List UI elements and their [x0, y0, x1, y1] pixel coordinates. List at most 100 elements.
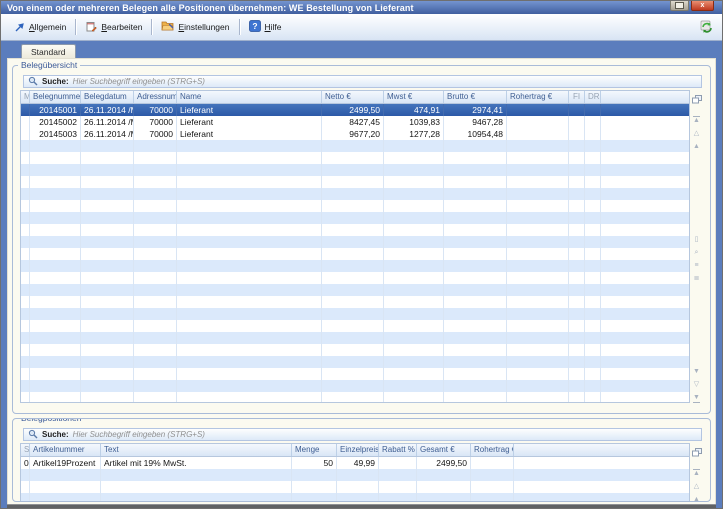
- grid-row[interactable]: 2014500126.11.2014 /Mi70000Lieferant2499…: [21, 104, 689, 116]
- positionen-search-input[interactable]: Suche: Hier Suchbegriff eingeben (STRG+S…: [23, 428, 702, 441]
- cell[interactable]: 20145001: [30, 104, 81, 116]
- column-header-mwst-[interactable]: Mwst €: [384, 91, 444, 103]
- cell[interactable]: [569, 116, 585, 128]
- search-icon: [28, 426, 38, 444]
- column-header-brutto-[interactable]: Brutto €: [444, 91, 507, 103]
- cell: [569, 308, 585, 320]
- column-header-rohertrag-[interactable]: Rohertrag €: [507, 91, 569, 103]
- cell[interactable]: Artikel mit 19% MwSt.: [101, 457, 292, 469]
- page-down-icon[interactable]: ▽: [694, 381, 699, 389]
- row-up-icon[interactable]: ▲: [693, 143, 700, 151]
- toolbar-separator: [151, 19, 152, 35]
- cell[interactable]: Lieferant: [177, 116, 322, 128]
- column-chooser-icon[interactable]: [692, 444, 702, 462]
- cell[interactable]: [585, 104, 601, 116]
- cell: [322, 152, 384, 164]
- cell[interactable]: 49,99: [337, 457, 379, 469]
- cell[interactable]: 26.11.2014 /Mi: [81, 116, 134, 128]
- cell-filler: [601, 116, 689, 128]
- cell: [585, 284, 601, 296]
- column-header-adressnumm[interactable]: Adressnumm: [134, 91, 177, 103]
- row-down-icon[interactable]: ▼: [693, 368, 700, 376]
- cell[interactable]: [21, 128, 30, 140]
- cell[interactable]: Lieferant: [177, 128, 322, 140]
- cell[interactable]: 474,91: [384, 104, 444, 116]
- column-header-dr[interactable]: DR: [585, 91, 601, 103]
- panel-lines-icon[interactable]: ≡: [694, 262, 698, 270]
- column-header-belegdatum[interactable]: Belegdatum: [81, 91, 134, 103]
- panel-lines2-icon[interactable]: ≣: [694, 275, 700, 283]
- row-up-icon[interactable]: ▲: [693, 496, 700, 502]
- menu-einstellungen[interactable]: Einstellungen: [155, 18, 235, 36]
- cell[interactable]: [507, 116, 569, 128]
- cell[interactable]: [379, 457, 417, 469]
- cell[interactable]: 26.11.2014 /Mi: [81, 128, 134, 140]
- cell: [322, 248, 384, 260]
- scroll-to-bottom-icon[interactable]: ▼: [693, 394, 700, 403]
- cell[interactable]: [507, 128, 569, 140]
- cell[interactable]: 8427,45: [322, 116, 384, 128]
- close-button[interactable]: x: [691, 0, 714, 11]
- cell[interactable]: Artikel19Prozent: [30, 457, 101, 469]
- panel-search-icon[interactable]: ⌕: [695, 249, 699, 257]
- column-header-netto-[interactable]: Netto €: [322, 91, 384, 103]
- column-header-name[interactable]: Name: [177, 91, 322, 103]
- cell[interactable]: 50: [292, 457, 337, 469]
- column-header-gesamt-[interactable]: Gesamt €: [417, 444, 471, 456]
- cell[interactable]: [569, 104, 585, 116]
- cell: [444, 212, 507, 224]
- cell[interactable]: 2499,50: [322, 104, 384, 116]
- scroll-to-top-icon[interactable]: ▲: [693, 469, 700, 478]
- column-header-artikelnummer[interactable]: Artikelnummer: [30, 444, 101, 456]
- menu-bearbeiten[interactable]: Bearbeiten: [79, 18, 148, 36]
- cell[interactable]: 9467,28: [444, 116, 507, 128]
- page-up-icon[interactable]: △: [694, 130, 699, 138]
- cell[interactable]: [585, 128, 601, 140]
- cell[interactable]: 20145002: [30, 116, 81, 128]
- column-header-belegnumme[interactable]: Belegnumme: [30, 91, 81, 103]
- grid-row[interactable]: 2014500226.11.2014 /Mi70000Lieferant8427…: [21, 116, 689, 128]
- cell[interactable]: [21, 104, 30, 116]
- cell[interactable]: [507, 104, 569, 116]
- cell[interactable]: 2974,41: [444, 104, 507, 116]
- panel-box-icon[interactable]: ▯: [695, 236, 699, 244]
- cell[interactable]: [21, 116, 30, 128]
- cell[interactable]: 0: [21, 457, 30, 469]
- menu-allgemein[interactable]: Allgemein: [7, 18, 72, 36]
- cell[interactable]: 70000: [134, 104, 177, 116]
- cell[interactable]: 20145003: [30, 128, 81, 140]
- column-header-menge[interactable]: Menge: [292, 444, 337, 456]
- cell[interactable]: [471, 457, 514, 469]
- cell[interactable]: 1277,28: [384, 128, 444, 140]
- cell: [585, 260, 601, 272]
- scroll-to-top-icon[interactable]: ▲: [693, 116, 700, 125]
- cell[interactable]: 26.11.2014 /Mi: [81, 104, 134, 116]
- cell[interactable]: 10954,48: [444, 128, 507, 140]
- tab-standard[interactable]: Standard: [21, 44, 76, 58]
- cell[interactable]: [569, 128, 585, 140]
- cell[interactable]: Lieferant: [177, 104, 322, 116]
- column-header-einzelpreis-[interactable]: Einzelpreis €: [337, 444, 379, 456]
- cell[interactable]: 70000: [134, 128, 177, 140]
- column-header-fi[interactable]: FI: [569, 91, 585, 103]
- restore-button[interactable]: [670, 0, 689, 11]
- cell-filler: [601, 284, 689, 296]
- column-chooser-icon[interactable]: [692, 91, 702, 109]
- grid-row[interactable]: 0Artikel19ProzentArtikel mit 19% MwSt.50…: [21, 457, 689, 469]
- column-header-rohertrag-[interactable]: Rohertrag €: [471, 444, 514, 456]
- column-header-s[interactable]: S: [21, 444, 30, 456]
- column-header-m[interactable]: M: [21, 91, 30, 103]
- cell[interactable]: 70000: [134, 116, 177, 128]
- cell[interactable]: 1039,83: [384, 116, 444, 128]
- cell[interactable]: [585, 116, 601, 128]
- column-header-rabatt-[interactable]: Rabatt %: [379, 444, 417, 456]
- page-up-icon[interactable]: △: [694, 483, 699, 491]
- refresh-positions-icon[interactable]: [699, 20, 716, 34]
- cell[interactable]: 9677,20: [322, 128, 384, 140]
- positionen-grid-sidestrip: ▲ △ ▲ ▯: [690, 443, 703, 502]
- menu-hilfe[interactable]: ? Hilfe: [243, 18, 288, 36]
- belege-search-input[interactable]: Suche: Hier Suchbegriff eingeben (STRG+S…: [23, 75, 702, 88]
- column-header-text[interactable]: Text: [101, 444, 292, 456]
- cell[interactable]: 2499,50: [417, 457, 471, 469]
- grid-row[interactable]: 2014500326.11.2014 /Mi70000Lieferant9677…: [21, 128, 689, 140]
